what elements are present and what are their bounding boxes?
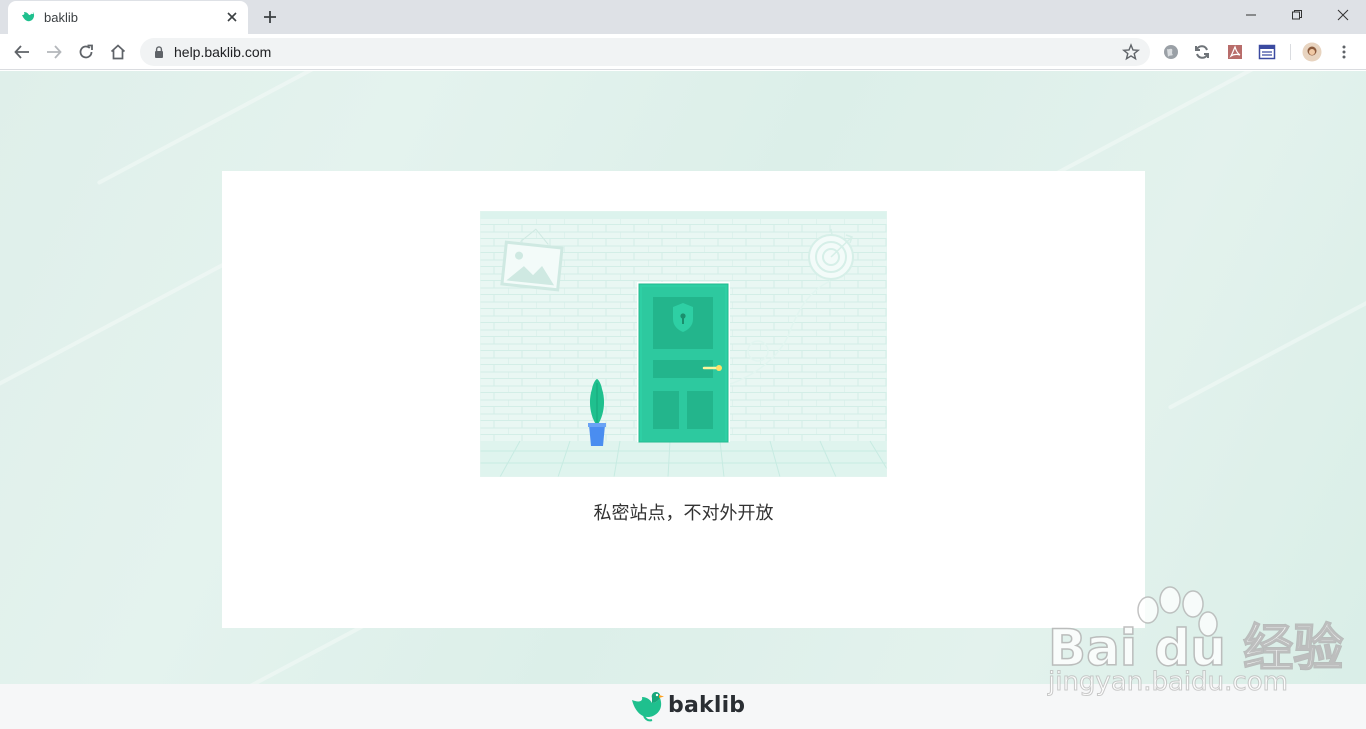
- pdf-extension-icon[interactable]: [1225, 42, 1245, 62]
- menu-icon[interactable]: [1334, 42, 1354, 62]
- lock-icon: [155, 46, 163, 58]
- back-icon[interactable]: [8, 38, 36, 66]
- baklib-bird-icon: [22, 12, 35, 22]
- baklib-logo-icon[interactable]: [630, 690, 664, 722]
- address-bar[interactable]: help.baklib.com: [140, 38, 1150, 66]
- close-tab-icon[interactable]: [224, 9, 240, 25]
- locked-door-illustration: [480, 211, 887, 477]
- decor-streak: [96, 71, 364, 186]
- baidu-watermark-sub: jingyan.baidu.com: [1048, 667, 1289, 698]
- private-site-message: 私密站点，不对外开放: [593, 503, 774, 524]
- window-close-icon[interactable]: [1320, 0, 1366, 30]
- reload-icon[interactable]: [72, 38, 100, 66]
- forward-icon[interactable]: [40, 38, 68, 66]
- sync-extension-icon[interactable]: [1192, 42, 1212, 62]
- globe-extension-icon[interactable]: [1161, 42, 1181, 62]
- toolbar-divider: [1290, 44, 1291, 60]
- tab-title: baklib: [44, 10, 78, 25]
- avatar[interactable]: [1302, 42, 1322, 62]
- page-background: 私密站点，不对外开放 baklib Bai du 经验 jingyan.baid…: [0, 71, 1366, 729]
- decor-streak: [1167, 256, 1366, 410]
- home-icon[interactable]: [104, 38, 132, 66]
- restore-icon[interactable]: [1274, 0, 1320, 30]
- url-text: help.baklib.com: [174, 44, 272, 60]
- minimize-icon[interactable]: [1228, 0, 1274, 30]
- tab-strip: baklib: [0, 0, 1366, 34]
- browser-toolbar: help.baklib.com: [0, 34, 1366, 70]
- star-icon[interactable]: [1122, 43, 1140, 61]
- browser-tab[interactable]: baklib: [8, 1, 248, 34]
- footer-brand-text[interactable]: baklib: [668, 693, 745, 718]
- reader-extension-icon[interactable]: [1257, 42, 1277, 62]
- new-tab-icon[interactable]: [260, 7, 280, 27]
- private-site-card: 私密站点，不对外开放: [222, 171, 1145, 628]
